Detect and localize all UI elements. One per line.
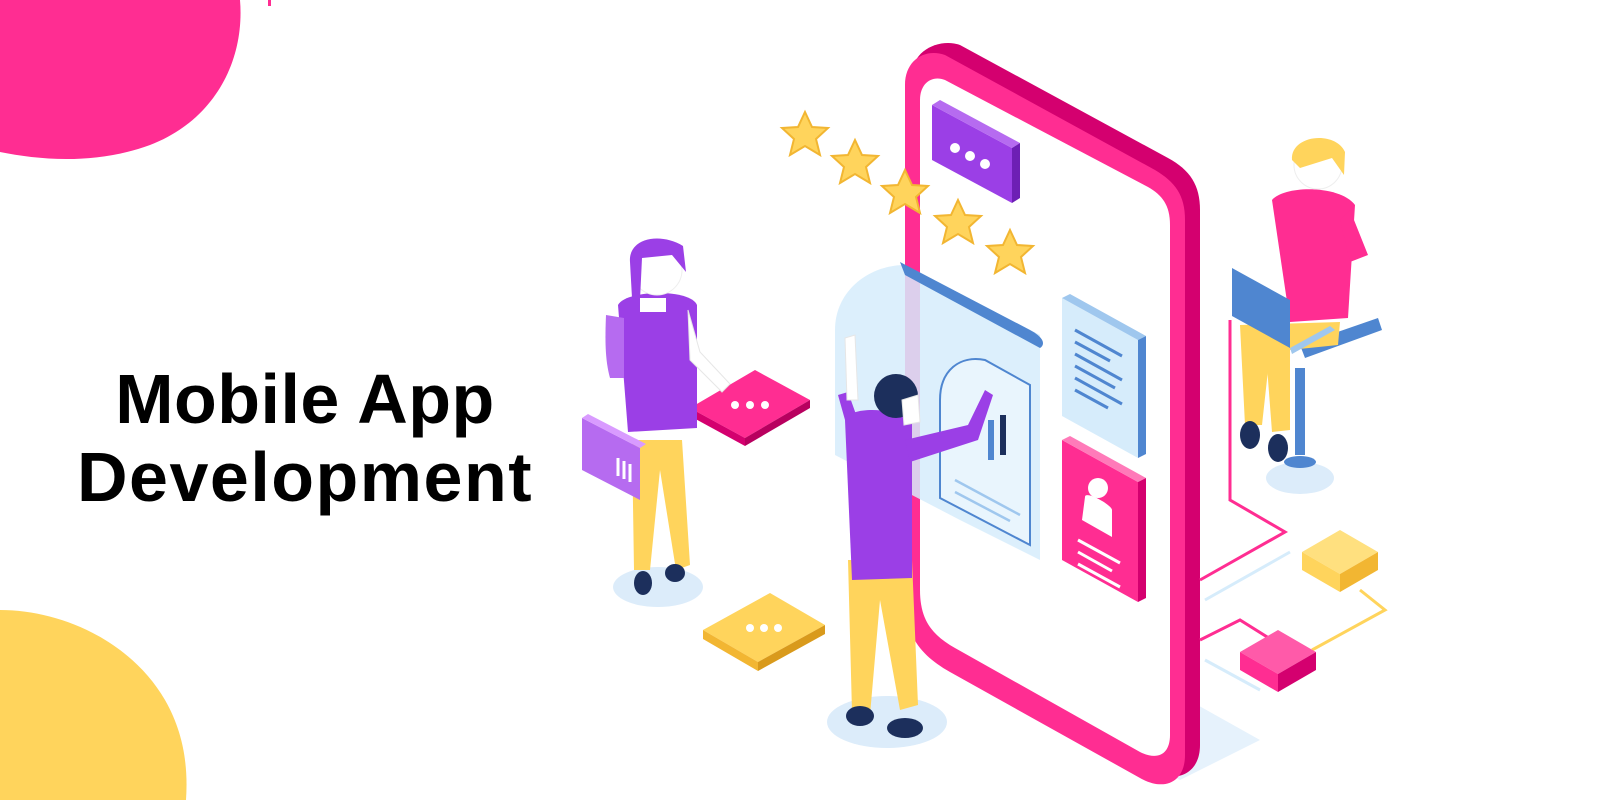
title-line-mobile-app: Mobile App <box>115 360 495 438</box>
star-icon <box>779 109 831 158</box>
pink-message-tile-icon <box>690 370 810 446</box>
pink-blob-top-left <box>0 0 241 160</box>
yellow-server-cube-icon <box>1302 530 1378 592</box>
title-line-development: Development <box>76 438 534 516</box>
yellow-message-tile-icon <box>703 593 825 671</box>
pink-server-cube-icon <box>1240 630 1316 692</box>
page-title: Mobile App Development <box>20 360 590 516</box>
seated-man-figure <box>1232 138 1382 468</box>
star-icon <box>829 137 881 186</box>
yellow-blob-bottom-left <box>0 610 187 800</box>
